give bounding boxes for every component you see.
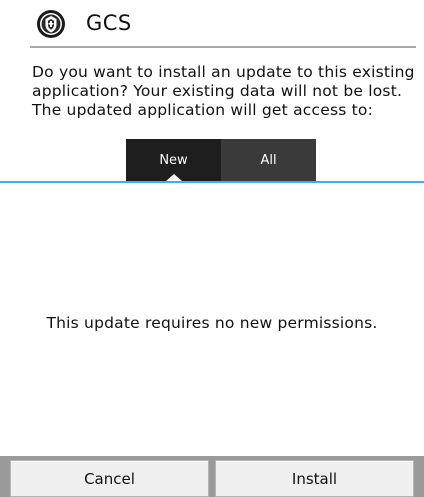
button-bar: Cancel Install (0, 456, 424, 497)
tab-all-label: All (260, 152, 277, 168)
permissions-notice: This update requires no new permissions. (46, 314, 378, 332)
install-button[interactable]: Install (215, 460, 414, 497)
university-seal-icon (37, 10, 65, 38)
update-message: Do you want to install an update to this… (32, 63, 415, 119)
header-divider (30, 46, 416, 48)
tab-new-label: New (159, 152, 188, 168)
app-title: GCS (86, 11, 132, 35)
permission-tabs: New All (126, 139, 316, 181)
install-update-screen: GCS Do you want to install an update to … (0, 0, 424, 497)
tab-indicator-line (0, 181, 424, 183)
cancel-button[interactable]: Cancel (10, 460, 209, 497)
tab-new[interactable]: New (126, 139, 221, 181)
tab-all[interactable]: All (221, 139, 316, 181)
app-header: GCS (0, 0, 424, 46)
